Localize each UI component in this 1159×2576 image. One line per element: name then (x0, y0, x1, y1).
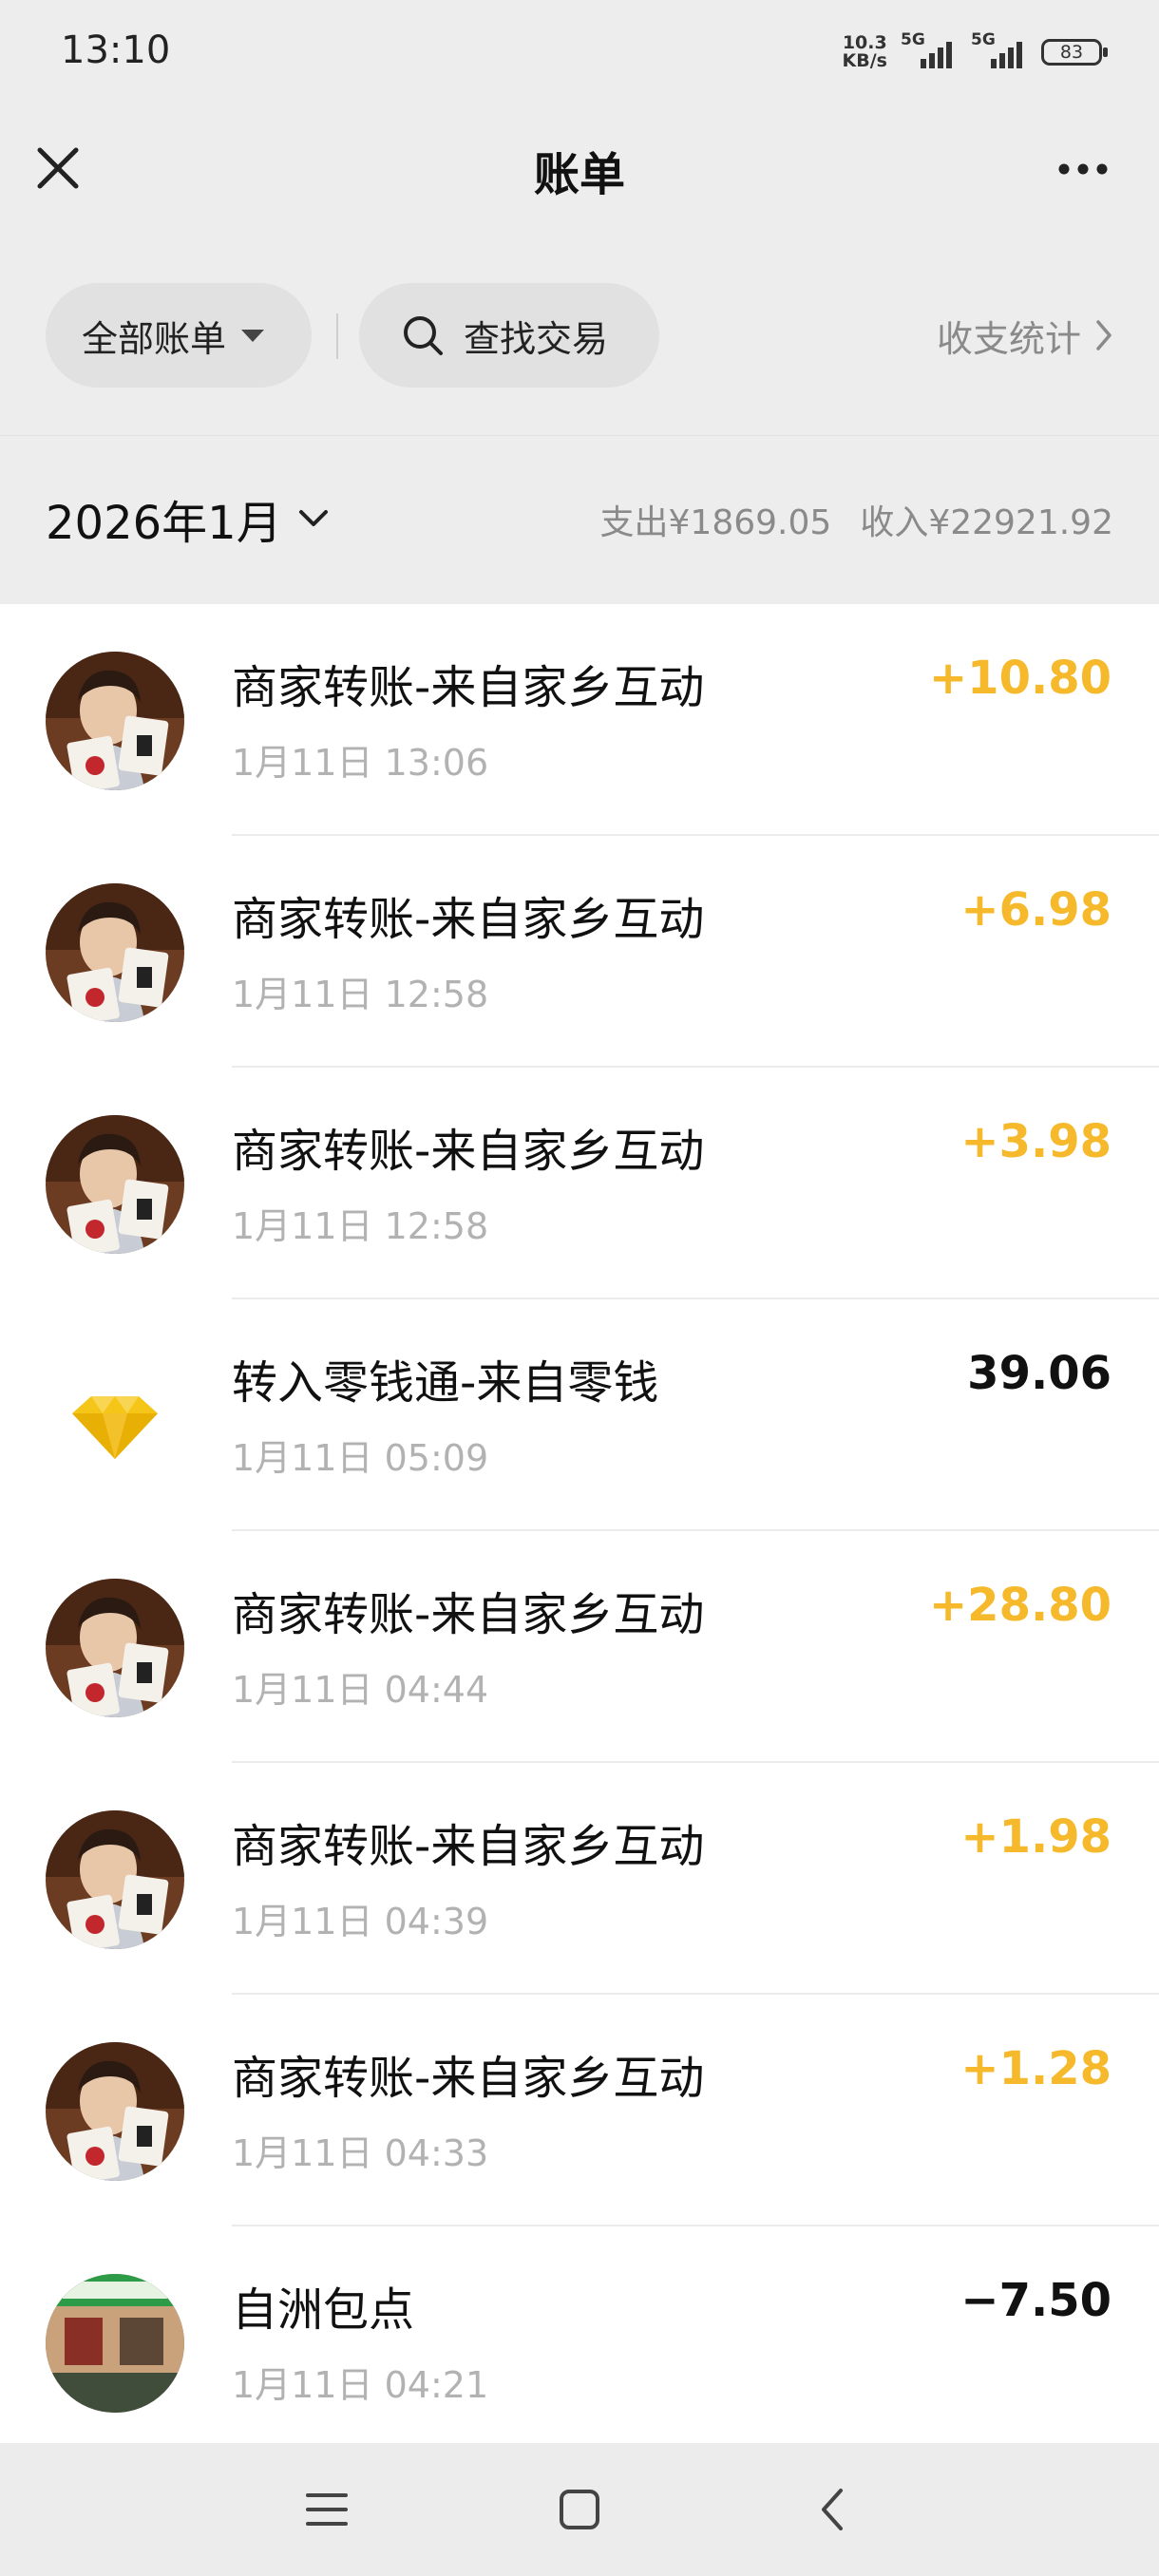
search-icon (404, 316, 443, 355)
transaction-row[interactable]: 自洲包点 1月11日 04:21 −7.50 (0, 2226, 1159, 2443)
more-horizontal-icon (1058, 163, 1108, 175)
network-speed: 10.3 KB/s (843, 34, 887, 70)
expense-total: 支出¥1869.05 (599, 503, 832, 542)
nav-bar: 账单 (0, 104, 1159, 228)
month-selector[interactable]: 2026年1月 (46, 485, 330, 552)
chevron-down-icon (298, 510, 328, 526)
game-character-avatar (46, 1579, 184, 1717)
game-character-avatar-image (46, 2042, 184, 2181)
back-chevron-icon (822, 2489, 843, 2530)
page-title: 账单 (533, 148, 625, 201)
transaction-amount: −7.50 (960, 2274, 1112, 2327)
all-bills-label: 全部账单 (82, 317, 227, 360)
battery-icon: 83 (1041, 39, 1108, 66)
transaction-title: 商家转账-来自家乡互动 (232, 1820, 705, 1873)
game-character-avatar-image (46, 1810, 184, 1949)
transaction-title: 商家转账-来自家乡互动 (232, 1588, 705, 1641)
caret-down-icon (241, 329, 265, 342)
transaction-amount: 39.06 (967, 1347, 1112, 1400)
system-nav-bar (0, 2443, 1159, 2576)
transaction-row[interactable]: 商家转账-来自家乡互动 1月11日 04:39 +1.98 (0, 1763, 1159, 1995)
search-label: 查找交易 (464, 317, 609, 360)
transaction-time: 1月11日 04:44 (232, 1669, 489, 1711)
transaction-amount: +1.98 (960, 1810, 1112, 1864)
signal-2-icon: 5G (971, 30, 1028, 68)
month-summary: 支出¥1869.05 收入¥22921.92 (600, 495, 1113, 544)
more-button[interactable] (1045, 142, 1121, 196)
transaction-time: 1月11日 04:33 (232, 2132, 489, 2174)
month-bar: 2026年1月 支出¥1869.05 收入¥22921.92 (0, 435, 1159, 605)
transaction-title: 转入零钱通-来自零钱 (232, 1356, 659, 1410)
status-indicators: 10.3 KB/s 5G 5G 83 (843, 28, 1108, 76)
all-bills-dropdown[interactable]: 全部账单 (46, 283, 312, 388)
menu-button[interactable] (289, 2481, 365, 2538)
transaction-row[interactable]: 商家转账-来自家乡互动 1月11日 12:58 +6.98 (0, 836, 1159, 1068)
status-bar: 13:10 10.3 KB/s 5G 5G 83 (0, 0, 1159, 104)
game-character-avatar-image (46, 1579, 184, 1717)
transaction-amount: +3.98 (960, 1115, 1112, 1168)
transaction-amount: +10.80 (928, 652, 1112, 705)
diamond-icon (46, 1347, 184, 1486)
game-character-avatar (46, 2042, 184, 2181)
shop-storefront-avatar (46, 2274, 184, 2413)
signal-2-label: 5G (971, 30, 996, 49)
game-character-avatar (46, 1115, 184, 1254)
divider (336, 313, 338, 359)
transaction-time: 1月11日 05:09 (232, 1437, 489, 1479)
transaction-row[interactable]: 商家转账-来自家乡互动 1月11日 04:44 +28.80 (0, 1531, 1159, 1763)
shop-storefront-avatar-image (46, 2274, 184, 2413)
transaction-time: 1月11日 13:06 (232, 742, 489, 784)
close-icon (37, 147, 79, 189)
transaction-title: 商家转账-来自家乡互动 (232, 1125, 705, 1178)
back-button[interactable] (794, 2481, 870, 2538)
transaction-amount: +28.80 (928, 1579, 1112, 1632)
stats-label: 收支统计 (936, 317, 1081, 360)
game-character-avatar (46, 883, 184, 1022)
diamond-avatar (46, 1347, 184, 1486)
signal-1-label: 5G (901, 30, 925, 49)
transaction-time: 1月11日 12:58 (232, 1205, 489, 1247)
income-total: 收入¥22921.92 (860, 503, 1113, 542)
game-character-avatar (46, 1810, 184, 1949)
home-button[interactable] (542, 2481, 618, 2538)
menu-icon (306, 2493, 348, 2526)
transaction-row[interactable]: 商家转账-来自家乡互动 1月11日 12:58 +3.98 (0, 1068, 1159, 1299)
transaction-title: 商家转账-来自家乡互动 (232, 661, 705, 714)
close-button[interactable] (28, 139, 87, 198)
game-character-avatar-image (46, 1115, 184, 1254)
transaction-time: 1月11日 04:39 (232, 1901, 489, 1942)
transaction-amount: +6.98 (960, 883, 1112, 937)
game-character-avatar (46, 652, 184, 790)
month-label: 2026年1月 (46, 497, 282, 550)
transaction-list: 商家转账-来自家乡互动 1月11日 13:06 +10.80 商家转账-来自家乡互动 1… (0, 604, 1159, 2443)
search-transactions-button[interactable]: 查找交易 (359, 283, 659, 388)
transaction-amount: +1.28 (960, 2042, 1112, 2095)
status-time: 13:10 (61, 28, 171, 72)
transaction-time: 1月11日 04:21 (232, 2364, 489, 2406)
game-character-avatar-image (46, 652, 184, 790)
transaction-row[interactable]: 商家转账-来自家乡互动 1月11日 04:33 +1.28 (0, 1995, 1159, 2226)
filter-row: 全部账单 查找交易 收支统计 (0, 283, 1159, 389)
transaction-time: 1月11日 12:58 (232, 974, 489, 1015)
signal-1-icon: 5G (901, 30, 958, 68)
chevron-right-icon (1096, 320, 1112, 350)
game-character-avatar-image (46, 883, 184, 1022)
transaction-row[interactable]: 商家转账-来自家乡互动 1月11日 13:06 +10.80 (0, 604, 1159, 836)
transaction-title: 商家转账-来自家乡互动 (232, 893, 705, 946)
home-square-icon (560, 2490, 599, 2529)
stats-link[interactable]: 收支统计 (937, 283, 1113, 388)
transaction-row[interactable]: 转入零钱通-来自零钱 1月11日 05:09 39.06 (0, 1299, 1159, 1531)
transaction-title: 自洲包点 (232, 2283, 415, 2337)
transaction-title: 商家转账-来自家乡互动 (232, 2052, 705, 2105)
network-speed-unit: KB/s (842, 50, 887, 71)
